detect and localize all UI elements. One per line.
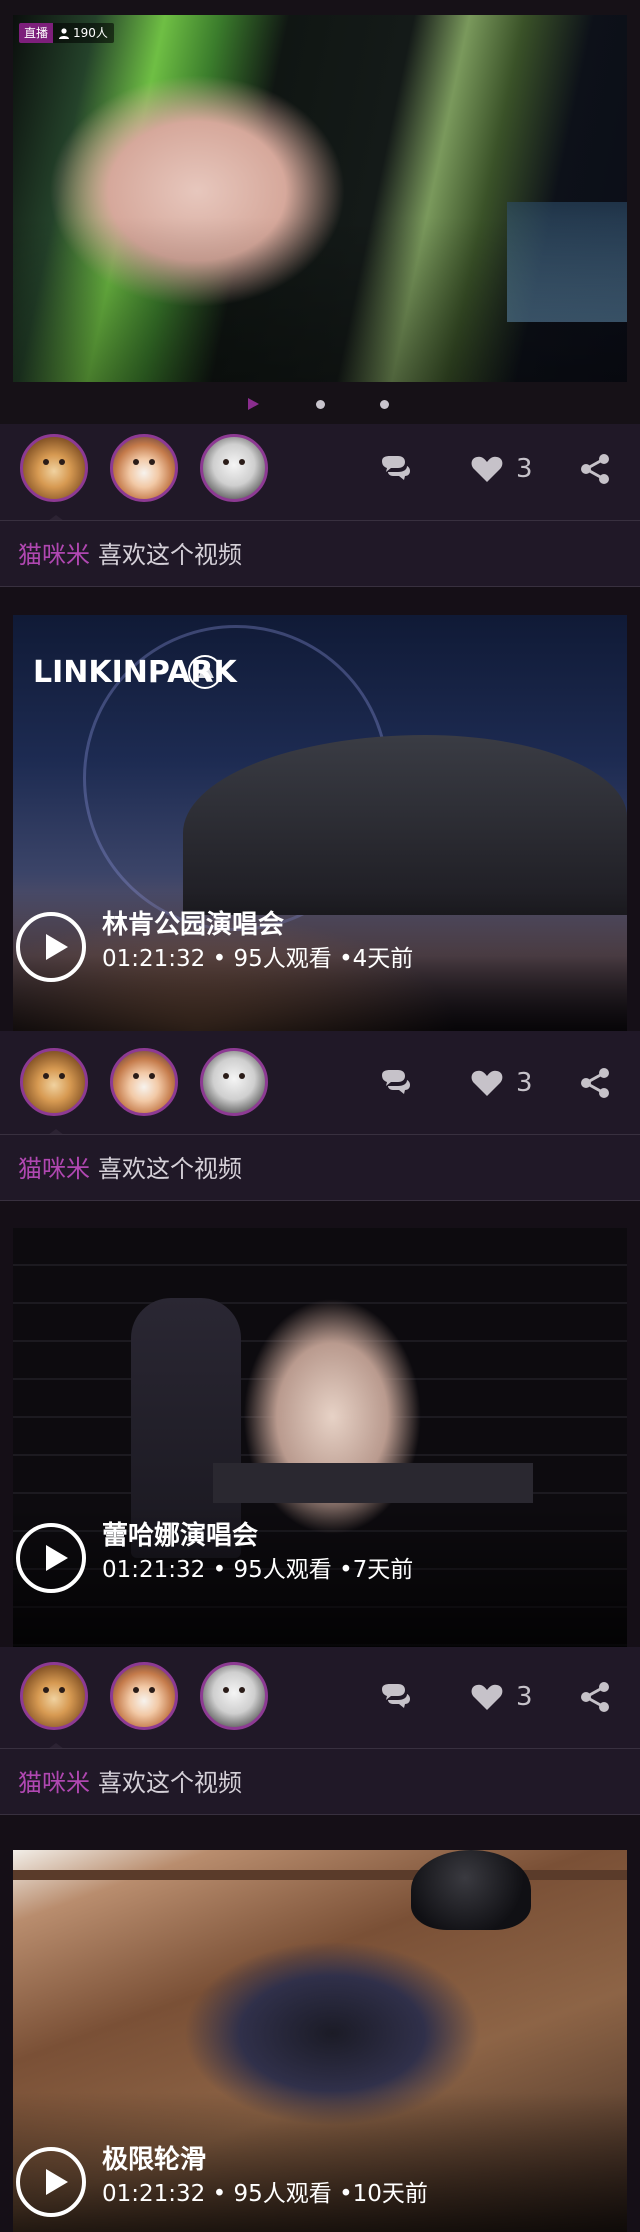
play-arrow-icon[interactable] xyxy=(248,398,259,410)
avatar[interactable] xyxy=(200,434,268,502)
like-text: 喜欢这个视频 xyxy=(98,1155,242,1183)
brand-logo-icon xyxy=(188,655,222,689)
play-button-icon[interactable] xyxy=(16,1523,86,1593)
like-summary: 猫咪米 喜欢这个视频 xyxy=(0,1749,640,1815)
video-card[interactable]: 蕾哈娜演唱会 01:21:32 • 95人观看 •7天前 xyxy=(0,1201,640,1647)
like-username[interactable]: 猫咪米 xyxy=(18,1155,90,1183)
dot-icon[interactable] xyxy=(380,400,389,409)
video-meta: 01:21:32 • 95人观看 •10天前 xyxy=(102,2181,428,2207)
share-icon[interactable] xyxy=(578,1680,612,1714)
avatar[interactable] xyxy=(110,1662,178,1730)
dot-icon[interactable] xyxy=(316,400,325,409)
avatar[interactable] xyxy=(20,434,88,502)
video-title[interactable]: 极限轮滑 xyxy=(102,2145,206,2175)
like-username[interactable]: 猫咪米 xyxy=(18,541,90,569)
video-meta: 01:21:32 • 95人观看 •4天前 xyxy=(102,946,414,972)
social-row: 3 xyxy=(0,424,640,521)
video-title[interactable]: 蕾哈娜演唱会 xyxy=(102,1521,258,1551)
share-icon[interactable] xyxy=(578,452,612,486)
video-thumbnail[interactable] xyxy=(13,1228,627,1647)
avatar[interactable] xyxy=(20,1662,88,1730)
carousel-pager xyxy=(0,392,640,416)
heart-icon[interactable] xyxy=(470,1066,504,1100)
video-card[interactable]: 极限轮滑 01:21:32 • 95人观看 •10天前 xyxy=(0,1815,640,2232)
comment-icon[interactable] xyxy=(378,1680,412,1714)
video-meta: 01:21:32 • 95人观看 •7天前 xyxy=(102,1557,414,1583)
like-count: 3 xyxy=(516,1682,533,1712)
like-summary: 猫咪米 喜欢这个视频 xyxy=(0,1135,640,1201)
avatar[interactable] xyxy=(200,1662,268,1730)
like-text: 喜欢这个视频 xyxy=(98,1769,242,1797)
person-icon xyxy=(59,28,70,39)
viewer-count: 190人 xyxy=(53,23,114,43)
heart-icon[interactable] xyxy=(470,452,504,486)
comment-icon[interactable] xyxy=(378,452,412,486)
like-count: 3 xyxy=(516,1068,533,1098)
live-tag: 直播 xyxy=(19,23,54,43)
avatar[interactable] xyxy=(200,1048,268,1116)
like-text: 喜欢这个视频 xyxy=(98,541,242,569)
avatar[interactable] xyxy=(110,434,178,502)
heart-icon[interactable] xyxy=(470,1680,504,1714)
viewer-count-label: 190人 xyxy=(73,26,108,40)
play-button-icon[interactable] xyxy=(16,912,86,982)
video-card[interactable]: LINKINPARK 林肯公园演唱会 01:21:32 • 95人观看 •4天前 xyxy=(0,587,640,1031)
avatar[interactable] xyxy=(20,1048,88,1116)
share-icon[interactable] xyxy=(578,1066,612,1100)
avatar[interactable] xyxy=(110,1048,178,1116)
play-button-icon[interactable] xyxy=(16,2147,86,2217)
live-video-thumbnail[interactable] xyxy=(13,15,627,382)
social-row: 3 xyxy=(0,1038,640,1135)
live-card[interactable]: 直播 190人 xyxy=(0,0,640,424)
comment-icon[interactable] xyxy=(378,1066,412,1100)
video-title[interactable]: 林肯公园演唱会 xyxy=(102,910,284,940)
like-summary: 猫咪米 喜欢这个视频 xyxy=(0,521,640,587)
like-count: 3 xyxy=(516,454,533,484)
social-row: 3 xyxy=(0,1652,640,1749)
live-badge: 直播 190人 xyxy=(19,23,114,43)
like-username[interactable]: 猫咪米 xyxy=(18,1769,90,1797)
